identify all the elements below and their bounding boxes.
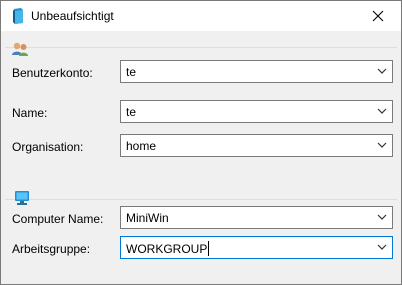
title-bar: Unbeaufsichtigt (1, 1, 401, 31)
chevron-down-icon[interactable] (377, 244, 387, 251)
name-label: Name: (12, 106, 48, 120)
users-icon (12, 42, 28, 56)
account-value: te (126, 65, 137, 79)
organization-combobox[interactable]: home (120, 134, 393, 157)
organization-value: home (126, 139, 157, 153)
chevron-down-icon[interactable] (377, 68, 387, 75)
close-icon (372, 10, 384, 22)
dialog-window: Unbeaufsichtigt Benutzerkonto: te Name: … (0, 0, 402, 285)
organization-label: Organisation: (12, 140, 84, 154)
account-label: Benutzerkonto: (12, 66, 93, 80)
computer-icon (15, 191, 29, 205)
account-combobox[interactable]: te (120, 60, 393, 83)
chevron-down-icon[interactable] (377, 142, 387, 149)
chevron-down-icon[interactable] (377, 214, 387, 221)
close-button[interactable] (355, 1, 401, 31)
workgroup-label: Arbeitsgruppe: (12, 242, 91, 256)
text-caret (208, 241, 210, 256)
name-combobox[interactable]: te (120, 100, 393, 123)
name-value: te (126, 105, 137, 119)
computer-name-value: MiniWin (126, 211, 169, 225)
workgroup-value: WORKGROUP (126, 242, 208, 256)
workgroup-combobox[interactable]: WORKGROUP (120, 236, 393, 259)
chevron-down-icon[interactable] (377, 108, 387, 115)
book-icon (13, 8, 23, 24)
workgroup-value-container: WORKGROUP (126, 241, 210, 256)
window-title: Unbeaufsichtigt (31, 9, 114, 23)
computer-name-combobox[interactable]: MiniWin (120, 206, 393, 229)
computer-name-label: Computer Name: (12, 212, 104, 226)
